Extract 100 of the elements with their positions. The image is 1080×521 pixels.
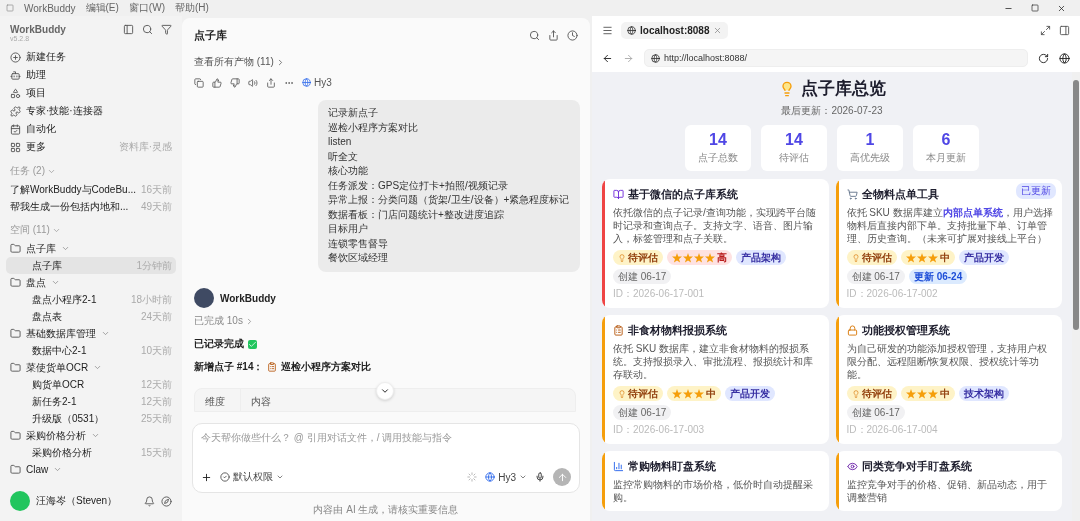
thumbs-up-icon[interactable] (212, 77, 222, 88)
microphone-icon[interactable] (535, 472, 545, 482)
created-date-tag: 创建 06-17 (846, 269, 905, 284)
nav-item[interactable]: 专家·技能·连接器 (6, 102, 176, 120)
category-tag: 产品架构 (736, 250, 786, 265)
idea-card[interactable]: 全物料点单工具 依托 SKU 数据库建立内部点单系统，用户选择物料后直接内部下单。支持批量下单、订单管理、历史查询。（未来可扩展对接线上平台） 待评估 中 产品开发 创建 06-17 更新 06-24 ID：2026-06-17-002 已更新 (835, 179, 1062, 308)
space-item[interactable]: 购货单OCR 12天前 (6, 376, 176, 393)
menu-item[interactable]: 编辑(E) (85, 1, 119, 15)
task-item[interactable]: 帮我生成一份包括内地和... 49天前 (6, 198, 176, 215)
address-bar[interactable]: http://localhost:8088/ (644, 49, 1028, 67)
search-icon[interactable] (142, 24, 153, 35)
space-item-title: 点子库 (32, 258, 62, 273)
assistant-avatar (194, 288, 214, 308)
model-selector[interactable]: Hy3 (485, 471, 527, 483)
folder-item[interactable]: 点子库 (6, 240, 176, 257)
folder-item[interactable]: 基础数据库管理 (6, 325, 176, 342)
folder-item[interactable]: 菜使货单OCR (6, 359, 176, 376)
nav-item[interactable]: 新建任务 (6, 48, 176, 66)
task-title: 了解WorkBuddy与CodeBu... (10, 182, 136, 197)
idea-card[interactable]: 常购物料盯盘系统 监控常购物料的市场价格，低价时自动提醒采购。 (602, 451, 829, 511)
message-line: 异常上报：分类问题（货架/卫生/设备）+紧急程度标记 (328, 193, 570, 207)
stat-value: 1 (865, 131, 875, 149)
task-time: 49天前 (140, 199, 172, 214)
speaker-icon[interactable] (248, 77, 258, 88)
nav-item[interactable]: 项目 (6, 84, 176, 102)
share-icon[interactable] (548, 30, 559, 41)
filter-icon[interactable] (161, 24, 172, 35)
check-circle-icon (220, 472, 230, 482)
folder-item[interactable]: Claw (6, 461, 176, 478)
space-item[interactable]: 采购价格分析 15天前 (6, 444, 176, 461)
disclaimer-text: 内容由 AI 生成，请核实重要信息 (313, 504, 459, 515)
folder-name: 点子库 (26, 241, 56, 256)
star-icon (705, 252, 715, 263)
back-icon[interactable] (602, 52, 613, 64)
status-label: 待评估 (861, 386, 892, 401)
cart-icon (846, 189, 858, 200)
created-date-tag: 创建 06-17 (613, 405, 672, 420)
idea-card[interactable]: 同类竞争对手盯盘系统 监控竞争对手的价格、促销、新品动态，用于调整营销 (835, 451, 1062, 511)
menu-item[interactable]: 帮助(H) (174, 1, 209, 15)
star-icon (905, 388, 916, 399)
status-text[interactable]: 已完成 10s (194, 314, 580, 328)
clock-icon[interactable] (567, 30, 578, 41)
sidebar-toggle-icon[interactable] (123, 24, 134, 35)
bulb-icon (851, 253, 860, 262)
updated-date-tag: 更新 06-24 (908, 269, 968, 284)
globe-icon[interactable] (1059, 52, 1070, 64)
card-title: 全物料点单工具 (861, 187, 939, 202)
card-title: 同类竞争对手盯盘系统 (861, 459, 972, 474)
maximize-icon[interactable] (1031, 4, 1039, 12)
nav-item[interactable]: 助理 (6, 66, 176, 84)
panel-icon[interactable] (1059, 24, 1070, 36)
folder-name: 基础数据库管理 (26, 326, 96, 341)
folder-item[interactable]: 采购价格分析 (6, 427, 176, 444)
message-line: 任务派发：GPS定位打卡+拍照/视频记录 (328, 178, 509, 193)
reload-icon[interactable] (1038, 52, 1049, 64)
tab-title: localhost:8088 (640, 24, 710, 36)
card-id: ID：2026-06-17-001 (613, 287, 706, 301)
idea-card[interactable]: 非食材物料报损系统 依托 SKU 数据库，建立非食材物料的报损系统。支持报损录入、审批流程、报损统计和库存联动。 待评估 中 产品开发 创建 06-17 ID：2026-06-17-003 (602, 315, 829, 444)
scrollbar-thumb[interactable] (1073, 80, 1079, 330)
folder-item[interactable]: 盘点 (6, 274, 176, 291)
category-tag: 产品开发 (725, 386, 775, 401)
lock-icon (846, 325, 858, 336)
idea-card[interactable]: 功能授权管理系统 为自己研发的功能添加授权管理，支持用户权限分配、远程阻断/恢复权限、授权统计等功能。 待评估 中 技术架构 创建 06-17 ID：2026-06-17-004 (835, 315, 1062, 444)
column-header: 维度 (195, 389, 241, 411)
compass-icon[interactable] (161, 495, 172, 507)
close-icon[interactable] (1057, 3, 1066, 13)
space-item[interactable]: 升级版（0531） 25天前 (6, 410, 176, 427)
space-item[interactable]: 盘点小程序2-1 18小时前 (6, 291, 176, 308)
user-name: 汪海岑（Steven） (36, 494, 119, 508)
idea-card[interactable]: 基于微信的点子库系统 依托微信的点子记录/查询功能，实现跨平台随时记录和查询点子。支持文字、语音、图片输入，标签管理和点子关联。 待评估 高 产品架构 创建 06-17 ID：2026-06-17-001 (602, 179, 829, 308)
permission-button[interactable]: 默认权限 (220, 470, 284, 484)
task-item[interactable]: 了解WorkBuddy与CodeBu... 16天前 (6, 181, 176, 198)
share-icon[interactable] (266, 77, 276, 88)
created-date-tag: 创建 06-17 (846, 405, 905, 420)
nav-item[interactable]: 自动化 (6, 120, 176, 138)
column-header: 内容 (250, 395, 272, 409)
menu-item[interactable]: 窗口(W) (128, 1, 165, 15)
category-tag: 产品开发 (958, 250, 1009, 265)
space-item[interactable]: 数据中心2-1 10天前 (6, 342, 176, 359)
copy-icon[interactable] (194, 77, 204, 88)
space-item[interactable]: 盘点表 24天前 (6, 308, 176, 325)
nav-item[interactable]: 更多 资料库·灵感 (6, 138, 176, 156)
browser-tab[interactable]: localhost:8088 (621, 21, 729, 39)
nav-label: 项目 (26, 86, 46, 100)
artifacts-link[interactable]: 查看所有产物 (11) (194, 55, 580, 69)
search-icon[interactable] (529, 30, 540, 41)
chevron-down-icon (53, 465, 63, 474)
plus-icon[interactable] (201, 471, 212, 483)
menu-icon[interactable] (602, 24, 613, 36)
space-item-time: 12天前 (140, 377, 172, 392)
chat-input[interactable]: 今天帮你做些什么？ @ 引用对话文件，/ 调用技能与指令 默认权限 Hy3 (192, 423, 580, 493)
bulb-icon (618, 389, 626, 398)
space-item[interactable]: 新任务2-1 12天前 (6, 393, 176, 410)
star-icon (683, 252, 693, 263)
chevron-down-icon (91, 431, 100, 440)
expand-icon[interactable] (1040, 24, 1051, 36)
space-item-time: 12天前 (140, 394, 172, 409)
bell-icon[interactable] (144, 495, 155, 507)
thumbs-down-icon[interactable] (230, 77, 240, 88)
bar-chart-icon (613, 461, 624, 472)
